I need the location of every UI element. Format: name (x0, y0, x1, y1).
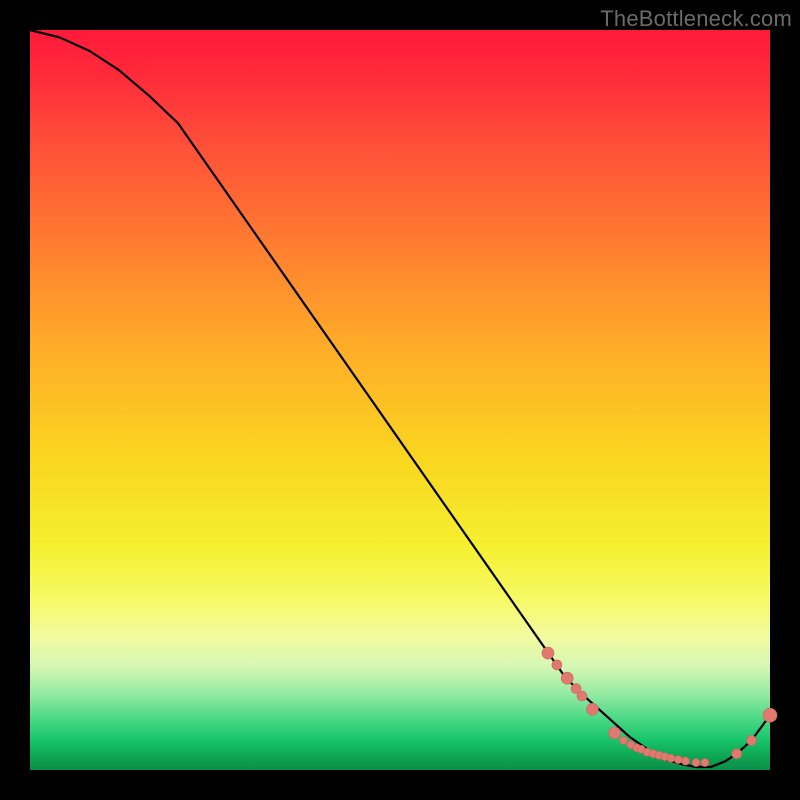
marker-dot (692, 759, 700, 767)
bottleneck-curve-line (30, 30, 770, 767)
plot-area (30, 30, 770, 770)
marker-dot (667, 754, 675, 762)
marker-dot (561, 672, 573, 684)
marker-dot (701, 759, 709, 767)
marker-dot (747, 735, 757, 745)
marker-dot (620, 736, 628, 744)
marker-dot (682, 757, 690, 765)
marker-dot (674, 756, 682, 764)
marker-dot (577, 691, 587, 701)
marker-dot (542, 647, 554, 659)
watermark-text: TheBottleneck.com (600, 6, 792, 32)
marker-dot (609, 727, 621, 739)
marker-dot (586, 703, 598, 715)
chart-svg (30, 30, 770, 770)
marker-dot (763, 708, 777, 722)
chart-container: TheBottleneck.com (0, 0, 800, 800)
marker-dot (552, 660, 562, 670)
marker-dot (732, 749, 742, 759)
